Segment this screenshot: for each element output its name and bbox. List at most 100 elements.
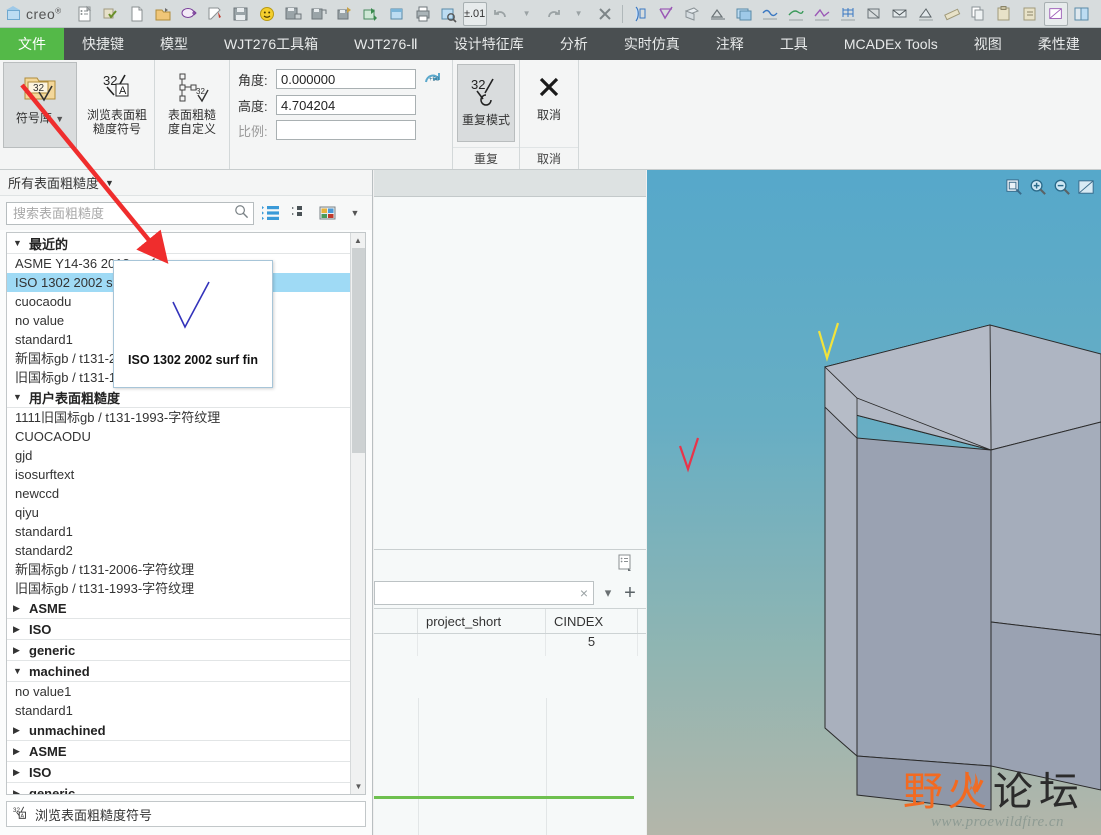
list-item[interactable]: no value1 [7,682,350,701]
symbol-group-generic-2[interactable]: ▶ generic [7,783,350,794]
paste-special-icon[interactable] [1018,2,1042,26]
cancel-button[interactable]: 取消 [520,60,578,138]
list-item[interactable]: gjd [7,446,350,465]
symbol-group-asme-1[interactable]: ▶ ASME [7,598,350,619]
symbol-library-caret-icon[interactable]: ▼ [55,114,64,124]
thumbnail-view-icon[interactable] [316,203,338,223]
tab-wjt276-ii[interactable]: WJT276-Ⅱ [336,28,436,60]
symbol-list-scrollbar[interactable]: ▲ ▼ [350,233,365,794]
dimension-icon[interactable] [628,2,652,26]
list-item[interactable]: 1111旧国标gb / t131-1993-字符纹理 [7,408,350,427]
graphics-viewport[interactable]: 野 火 论 坛 www.proewildfire.cn [647,170,1101,835]
note-icon[interactable] [177,2,201,26]
symbol-library-button[interactable]: 32 符号库 ▼ [3,62,77,148]
tab-file[interactable]: 文件 [0,28,64,60]
list-item[interactable]: 新国标gb / t131-2006-字符纹理 [7,560,350,579]
add-icon[interactable]: + [622,582,638,605]
print-preview-icon[interactable] [437,2,461,26]
col-header-0[interactable] [374,609,418,633]
scale-input[interactable] [276,120,416,140]
symbol-group-machined[interactable]: ▼ machined [7,661,350,682]
list-view-icon[interactable] [260,203,282,223]
view-options-caret-icon[interactable]: ▼ [344,203,366,223]
tab-view[interactable]: 视图 [956,28,1020,60]
height-input[interactable] [276,95,416,115]
model-properties-icon[interactable] [73,2,97,26]
list-item[interactable]: 旧国标gb / t131-1993-字符纹理 [7,579,350,598]
tab-flexible-modeling[interactable]: 柔性建 [1020,28,1098,60]
custom-symbol-button[interactable]: 32 表面粗糙 度自定义 [155,60,229,165]
dropdown-icon[interactable]: ▾ [600,585,616,601]
regenerate-icon[interactable] [99,2,123,26]
list-item[interactable]: standard1 [7,701,350,720]
chevron-down-icon[interactable]: ▼ [105,178,114,188]
undo-icon[interactable] [489,2,513,26]
section-icon[interactable] [862,2,886,26]
symbol-group-iso-2[interactable]: ▶ ISO [7,762,350,783]
table-row[interactable]: 5 [374,634,646,656]
print-icon[interactable] [411,2,435,26]
save-backup-icon[interactable] [333,2,357,26]
envelope-icon[interactable] [888,2,912,26]
zoom-in-icon[interactable] [1027,176,1049,198]
detail-view-icon[interactable] [288,203,310,223]
angle-input[interactable] [276,69,416,89]
smiley-icon[interactable] [255,2,279,26]
book-icon[interactable] [1070,2,1094,26]
shade-icon[interactable] [1096,2,1101,26]
zoom-window-icon[interactable] [1003,176,1025,198]
scroll-down-icon[interactable]: ▼ [351,779,365,794]
repeat-mode-button[interactable]: 32 重复模式 [457,64,515,142]
tab-shortcuts[interactable]: 快捷键 [64,28,142,60]
undo-dropdown-icon[interactable]: ▼ [515,2,539,26]
export-icon[interactable] [359,2,383,26]
list-item[interactable]: standard2 [7,541,350,560]
paint-icon[interactable] [203,2,227,26]
clear-icon[interactable]: × [580,585,588,601]
copy-icon[interactable] [966,2,990,26]
symbol-group-asme-2[interactable]: ▶ ASME [7,741,350,762]
symbol-filter-dropdown[interactable]: 所有表面粗糙度 ▼ [0,170,372,196]
image-layer-icon[interactable] [732,2,756,26]
tab-mcadex-tools[interactable]: MCADEx Tools [826,28,956,60]
symbol-group-user[interactable]: ▼ 用户表面粗糙度 [7,387,350,408]
list-item[interactable]: qiyu [7,503,350,522]
redo-dropdown-icon[interactable]: ▼ [567,2,591,26]
col-header-cindex[interactable]: CINDEX [546,609,638,633]
list-item[interactable]: isosurftext [7,465,350,484]
angle-measure-icon[interactable] [810,2,834,26]
list-item[interactable]: CUOCAODU [7,427,350,446]
search-input[interactable] [11,204,234,222]
open-file-icon[interactable] [151,2,175,26]
surface-measure-icon[interactable] [784,2,808,26]
search-input-wrapper[interactable] [6,201,254,225]
tab-annotation[interactable]: 注释 [698,28,762,60]
col-header-project-short[interactable]: project_short [418,609,546,633]
tab-design-feature-library[interactable]: 设计特征库 [436,28,542,60]
save-copy-icon[interactable] [307,2,331,26]
import-icon[interactable] [385,2,409,26]
tolerance-icon[interactable]: ±.01 [462,1,487,26]
save-as-icon[interactable] [281,2,305,26]
scrollbar-thumb[interactable] [352,248,365,453]
surface-finish-icon[interactable] [654,2,678,26]
zoom-out-icon[interactable] [1051,176,1073,198]
table-properties-icon[interactable] [616,554,634,575]
browse-symbol-button[interactable]: 32 A 浏览表面粗 糙度符号 [80,60,154,165]
new-file-icon[interactable] [125,2,149,26]
search-icon[interactable] [234,204,249,222]
list-item[interactable]: standard1 [7,522,350,541]
geom-tol-icon[interactable] [706,2,730,26]
tab-model[interactable]: 模型 [142,28,206,60]
panel-divider[interactable] [374,796,634,799]
datum-plane-icon[interactable] [680,2,704,26]
symbol-group-generic-1[interactable]: ▶ generic [7,640,350,661]
paste-icon[interactable] [992,2,1016,26]
tab-analysis[interactable]: 分析 [542,28,606,60]
display-style-icon[interactable] [1043,1,1068,26]
delete-icon[interactable] [593,2,617,26]
tab-tools[interactable]: 工具 [762,28,826,60]
symbol-group-recent[interactable]: ▼ 最近的 [7,233,350,254]
symbol-group-unmachined[interactable]: ▶ unmachined [7,720,350,741]
redo-icon[interactable] [541,2,565,26]
